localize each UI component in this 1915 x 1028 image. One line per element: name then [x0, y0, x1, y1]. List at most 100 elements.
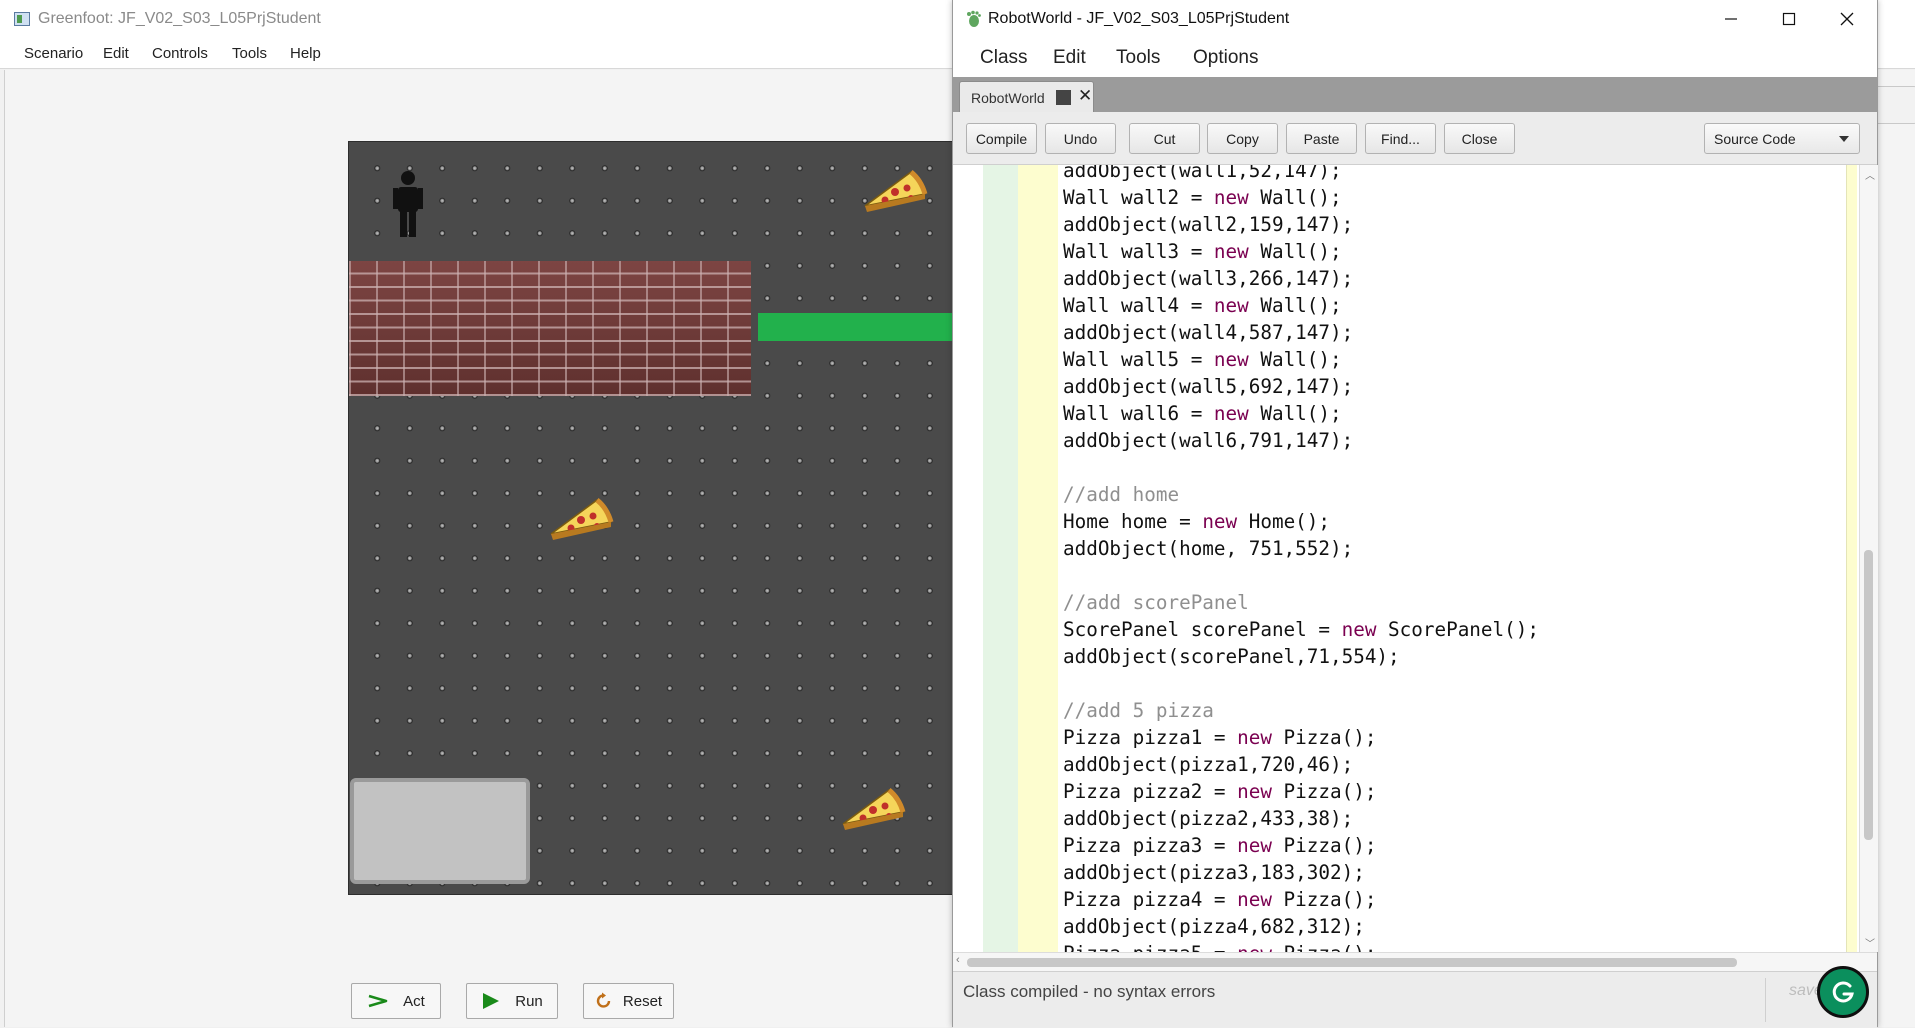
- score-bar[interactable]: [758, 313, 954, 341]
- tab-robotworld[interactable]: RobotWorld ✕: [959, 81, 1094, 112]
- home-actor[interactable]: [350, 778, 530, 884]
- menu-tools[interactable]: Tools: [232, 45, 267, 62]
- close-tab-icon[interactable]: ✕: [1078, 86, 1092, 106]
- pizza-slice-icon[interactable]: [837, 784, 907, 836]
- code-line[interactable]: addObject(wall3,266,147);: [1063, 265, 1539, 292]
- code-line[interactable]: //add 5 pizza: [1063, 697, 1539, 724]
- minimize-button[interactable]: [1702, 0, 1760, 38]
- run-button[interactable]: Run: [466, 983, 558, 1019]
- paste-button[interactable]: Paste: [1286, 123, 1357, 154]
- horizontal-scrollbar[interactable]: ‹: [953, 952, 1877, 971]
- code-line[interactable]: addObject(wall6,791,147);: [1063, 427, 1539, 454]
- pizza-slice-icon[interactable]: [545, 494, 615, 546]
- undo-button[interactable]: Undo: [1045, 123, 1116, 154]
- code-line[interactable]: Wall wall6 = new Wall();: [1063, 400, 1539, 427]
- code-line[interactable]: Pizza pizza4 = new Pizza();: [1063, 886, 1539, 913]
- world-canvas[interactable]: [348, 141, 955, 895]
- code-lines[interactable]: addObject(wall1,52,147); Wall wall2 = new…: [1063, 165, 1539, 952]
- scroll-up-icon[interactable]: ︿: [1865, 167, 1875, 182]
- reset-icon: [596, 992, 611, 1008]
- scope-highlight: [1018, 165, 1058, 952]
- code-line[interactable]: Wall wall3 = new Wall();: [1063, 238, 1539, 265]
- code-line[interactable]: addObject(wall5,692,147);: [1063, 373, 1539, 400]
- code-line[interactable]: //add scorePanel: [1063, 589, 1539, 616]
- code-line[interactable]: addObject(wall1,52,147);: [1063, 165, 1539, 184]
- close-window-button[interactable]: [1818, 0, 1876, 38]
- compile-status: Class compiled - no syntax errors: [963, 982, 1216, 1001]
- minimize-icon: [1725, 18, 1737, 20]
- maximize-icon: [1782, 12, 1796, 26]
- code-line[interactable]: Home home = new Home();: [1063, 508, 1539, 535]
- code-line[interactable]: addObject(pizza4,682,312);: [1063, 913, 1539, 940]
- greenfoot-foot-icon: [967, 10, 981, 27]
- find-button[interactable]: Find...: [1365, 123, 1436, 154]
- close-icon: [1840, 12, 1854, 26]
- menu-class[interactable]: Class: [980, 47, 1028, 69]
- code-line[interactable]: //add home: [1063, 481, 1539, 508]
- grammarly-icon[interactable]: [1817, 966, 1869, 1018]
- menu-edit[interactable]: Edit: [1053, 47, 1086, 69]
- code-line[interactable]: Wall wall4 = new Wall();: [1063, 292, 1539, 319]
- greenfoot-window-icon: [14, 12, 30, 26]
- editor-toolbar: Compile Undo Cut Copy Paste Find... Clos…: [953, 112, 1877, 165]
- view-mode-label: Source Code: [1714, 131, 1796, 147]
- code-line[interactable]: addObject(pizza3,183,302);: [1063, 859, 1539, 886]
- menu-help[interactable]: Help: [290, 45, 321, 62]
- code-line[interactable]: Pizza pizza2 = new Pizza();: [1063, 778, 1539, 805]
- code-line[interactable]: addObject(scorePanel,71,554);: [1063, 643, 1539, 670]
- code-line[interactable]: Wall wall5 = new Wall();: [1063, 346, 1539, 373]
- code-line[interactable]: Pizza pizza5 = new Pizza();: [1063, 940, 1539, 952]
- act-button-label: Act: [403, 992, 425, 1010]
- reset-button[interactable]: Reset: [583, 983, 674, 1019]
- cut-button[interactable]: Cut: [1129, 123, 1200, 154]
- maximize-button[interactable]: [1760, 0, 1818, 38]
- code-line[interactable]: [1063, 454, 1539, 481]
- editor-window: RobotWorld - JF_V02_S03_L05PrjStudent Cl…: [952, 0, 1878, 1028]
- code-line[interactable]: ScorePanel scorePanel = new ScorePanel()…: [1063, 616, 1539, 643]
- menu-scenario[interactable]: Scenario: [24, 45, 83, 62]
- brick-wall[interactable]: [349, 261, 751, 396]
- code-line[interactable]: addObject(wall4,587,147);: [1063, 319, 1539, 346]
- copy-button[interactable]: Copy: [1207, 123, 1278, 154]
- menu-options[interactable]: Options: [1193, 47, 1258, 69]
- menu-edit[interactable]: Edit: [103, 45, 129, 62]
- code-line[interactable]: addObject(home, 751,552);: [1063, 535, 1539, 562]
- chevron-down-icon: [1839, 136, 1849, 142]
- code-line[interactable]: [1063, 670, 1539, 697]
- run-button-label: Run: [515, 992, 543, 1010]
- code-line[interactable]: Pizza pizza1 = new Pizza();: [1063, 724, 1539, 751]
- arrow-right-icon: [368, 994, 388, 1008]
- vertical-scrollbar[interactable]: ︿ ﹀: [1859, 165, 1878, 952]
- code-line[interactable]: addObject(wall2,159,147);: [1063, 211, 1539, 238]
- code-editor[interactable]: addObject(wall1,52,147); Wall wall2 = new…: [953, 165, 1858, 952]
- act-button[interactable]: Act: [351, 983, 441, 1019]
- menu-tools[interactable]: Tools: [1116, 47, 1160, 69]
- compile-button[interactable]: Compile: [966, 123, 1037, 154]
- code-line[interactable]: Wall wall2 = new Wall();: [1063, 184, 1539, 211]
- editor-statusbar: Class compiled - no syntax errors saved: [953, 971, 1877, 1028]
- code-line[interactable]: addObject(pizza1,720,46);: [1063, 751, 1539, 778]
- scope-highlight-right: [1846, 165, 1857, 952]
- close-button[interactable]: Close: [1444, 123, 1515, 154]
- tab-label: RobotWorld: [971, 90, 1045, 106]
- menu-controls[interactable]: Controls: [152, 45, 208, 62]
- play-icon: [483, 993, 500, 1009]
- editor-menubar: Class Edit Tools Options: [953, 38, 1877, 76]
- view-mode-select[interactable]: Source Code: [1704, 123, 1860, 154]
- code-line[interactable]: [1063, 562, 1539, 589]
- pizza-slice-icon[interactable]: [859, 166, 929, 218]
- scroll-down-icon[interactable]: ﹀: [1865, 935, 1875, 950]
- modified-indicator-icon: [1056, 90, 1071, 105]
- background-window-button[interactable]: [1875, 86, 1915, 124]
- vertical-scroll-thumb[interactable]: [1864, 550, 1873, 840]
- robot-actor[interactable]: [391, 170, 425, 238]
- line-gutter: [983, 165, 1018, 952]
- reset-button-label: Reset: [622, 992, 663, 1010]
- code-line[interactable]: Pizza pizza3 = new Pizza();: [1063, 832, 1539, 859]
- horizontal-scroll-thumb[interactable]: [967, 958, 1737, 967]
- editor-titlebar: RobotWorld - JF_V02_S03_L05PrjStudent: [953, 0, 1877, 38]
- editor-window-title: RobotWorld - JF_V02_S03_L05PrjStudent: [988, 10, 1290, 27]
- grammarly-g-icon: [1832, 981, 1854, 1003]
- code-line[interactable]: addObject(pizza2,433,38);: [1063, 805, 1539, 832]
- scroll-left-icon[interactable]: ‹: [956, 954, 960, 966]
